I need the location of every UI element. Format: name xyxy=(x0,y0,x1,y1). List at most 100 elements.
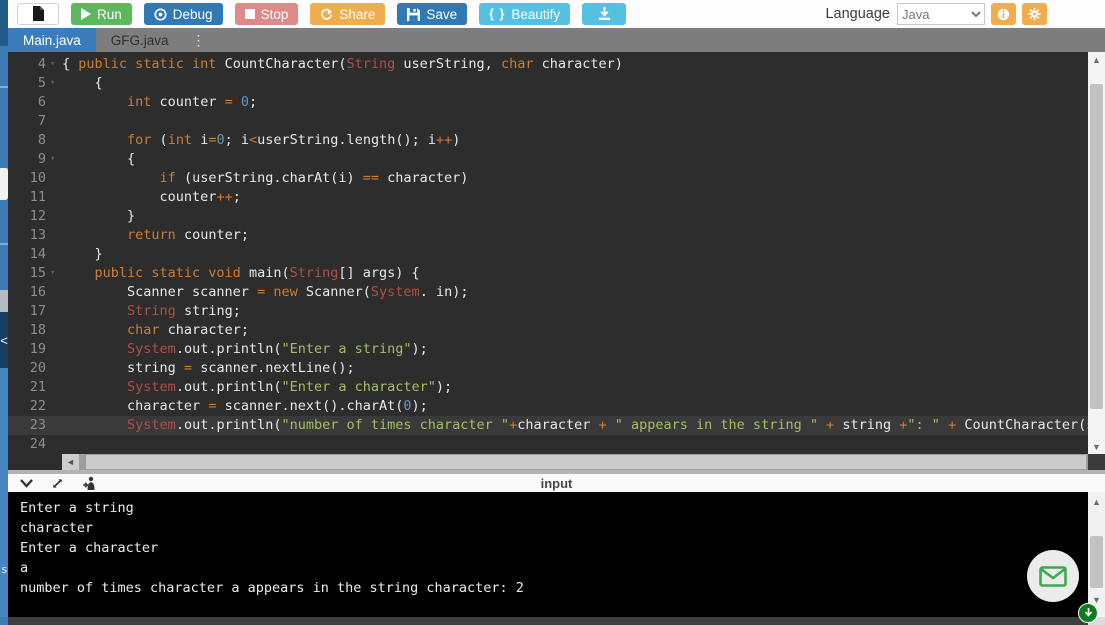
editor-vscroll-thumb[interactable] xyxy=(1090,84,1103,409)
code-text[interactable]: { xyxy=(62,150,1088,169)
scroll-left-arrow[interactable]: ◄ xyxy=(62,454,79,470)
scroll-up-arrow[interactable]: ▲ xyxy=(1088,52,1105,67)
run-button[interactable]: Run xyxy=(71,3,132,25)
scroll-down-arrow[interactable]: ▼ xyxy=(1088,439,1105,454)
line-number: 16 xyxy=(8,283,50,302)
code-line[interactable]: 22 character = scanner.next().charAt(0); xyxy=(8,397,1088,416)
code-text[interactable]: String string; xyxy=(62,302,1088,321)
line-number: 5 xyxy=(8,74,50,93)
fold-gutter xyxy=(50,207,62,226)
stop-button[interactable]: Stop xyxy=(235,3,299,25)
code-line[interactable]: 5▾ { xyxy=(8,74,1088,93)
fold-gutter xyxy=(50,283,62,302)
fold-caret-icon[interactable]: ▾ xyxy=(50,150,62,169)
language-label: Language xyxy=(825,6,890,22)
code-line[interactable]: 16 Scanner scanner = new Scanner(System.… xyxy=(8,283,1088,302)
sidebar-collapse-button[interactable]: < xyxy=(0,312,8,368)
code-line[interactable]: 15▾ public static void main(String[] arg… xyxy=(8,264,1088,283)
code-text[interactable] xyxy=(62,435,1088,454)
code-text[interactable]: { public static int CountCharacter(Strin… xyxy=(62,55,1088,74)
code-editor[interactable]: 4▾{ public static int CountCharacter(Str… xyxy=(8,52,1088,454)
fold-gutter xyxy=(50,245,62,264)
braces-icon: { } xyxy=(489,7,505,21)
code-text[interactable]: public static void main(String[] args) { xyxy=(62,264,1088,283)
sidebar-handle[interactable] xyxy=(0,168,8,200)
code-text[interactable]: character = scanner.next().charAt(0); xyxy=(62,397,1088,416)
download-button[interactable] xyxy=(582,3,626,25)
settings-button[interactable] xyxy=(1022,3,1047,25)
code-line[interactable]: 19 System.out.println("Enter a string"); xyxy=(8,340,1088,359)
code-line[interactable]: 13 return counter; xyxy=(8,226,1088,245)
code-line[interactable]: 24 xyxy=(8,435,1088,454)
sidebar-segment: s xyxy=(0,368,8,617)
new-file-button[interactable] xyxy=(17,3,59,25)
copy-output-button[interactable] xyxy=(82,476,96,490)
code-text[interactable]: return counter; xyxy=(62,226,1088,245)
collapsed-sidebar[interactable]: < s xyxy=(0,0,8,625)
code-line[interactable]: 11 counter++; xyxy=(8,188,1088,207)
console-output[interactable]: Enter a stringcharacterEnter a character… xyxy=(8,492,1088,617)
fold-caret-icon[interactable]: ▾ xyxy=(50,264,62,283)
code-line[interactable]: 12 } xyxy=(8,207,1088,226)
tab-main-java[interactable]: Main.java xyxy=(8,28,96,52)
code-line[interactable]: 14 } xyxy=(8,245,1088,264)
code-text[interactable]: int counter = 0; xyxy=(62,93,1088,112)
info-button[interactable] xyxy=(991,3,1016,25)
code-text[interactable] xyxy=(62,112,1088,131)
code-line[interactable]: 7 xyxy=(8,112,1088,131)
code-text[interactable]: System.out.println("Enter a character"); xyxy=(62,378,1088,397)
code-line[interactable]: 23 System.out.println("number of times c… xyxy=(8,416,1088,435)
share-button[interactable]: Share xyxy=(310,3,385,25)
code-text[interactable]: char character; xyxy=(62,321,1088,340)
code-line[interactable]: 9▾ { xyxy=(8,150,1088,169)
editor-horizontal-scrollbar[interactable]: ◄ xyxy=(8,454,1088,470)
code-text[interactable]: string = scanner.nextLine(); xyxy=(62,359,1088,378)
fold-gutter xyxy=(50,397,62,416)
save-icon xyxy=(407,8,420,21)
scroll-to-bottom-badge[interactable] xyxy=(1078,603,1098,623)
code-text[interactable]: Scanner scanner = new Scanner(System. in… xyxy=(62,283,1088,302)
editor-vertical-scrollbar[interactable]: ▲ ▼ xyxy=(1088,52,1105,454)
chat-button[interactable] xyxy=(1027,550,1079,602)
code-line[interactable]: 20 string = scanner.nextLine(); xyxy=(8,359,1088,378)
hscroll-track[interactable] xyxy=(79,454,1088,470)
code-text[interactable]: System.out.println("Enter a string"); xyxy=(62,340,1088,359)
download-icon xyxy=(598,7,611,21)
expand-console-button[interactable] xyxy=(51,477,64,490)
code-line[interactable]: 8 for (int i=0; i<userString.length(); i… xyxy=(8,131,1088,150)
input-bar[interactable]: input xyxy=(8,474,1105,492)
code-text[interactable]: System.out.println("number of times char… xyxy=(62,416,1088,435)
language-select[interactable]: Java xyxy=(897,3,985,25)
fold-caret-icon[interactable]: ▾ xyxy=(50,74,62,93)
tab-gfg-java[interactable]: GFG.java xyxy=(96,28,184,52)
line-number: 12 xyxy=(8,207,50,226)
tab-overflow-menu[interactable]: ⋮ xyxy=(184,28,214,52)
code-line[interactable]: 4▾{ public static int CountCharacter(Str… xyxy=(8,55,1088,74)
code-text[interactable]: if (userString.charAt(i) == character) xyxy=(62,169,1088,188)
code-text[interactable]: counter++; xyxy=(62,188,1088,207)
code-text[interactable]: { xyxy=(62,74,1088,93)
code-line[interactable]: 21 System.out.println("Enter a character… xyxy=(8,378,1088,397)
scroll-up-arrow[interactable]: ▲ xyxy=(1088,494,1105,509)
collapse-console-button[interactable] xyxy=(20,479,33,488)
console-vscroll-thumb[interactable] xyxy=(1090,536,1103,588)
fold-gutter xyxy=(50,321,62,340)
console-line: Enter a character xyxy=(20,538,1088,558)
code-line[interactable]: 17 String string; xyxy=(8,302,1088,321)
code-text[interactable]: for (int i=0; i<userString.length(); i++… xyxy=(62,131,1088,150)
line-number: 8 xyxy=(8,131,50,150)
code-line[interactable]: 6 int counter = 0; xyxy=(8,93,1088,112)
code-text[interactable]: } xyxy=(62,245,1088,264)
code-text[interactable]: } xyxy=(62,207,1088,226)
fold-gutter xyxy=(50,340,62,359)
line-number: 11 xyxy=(8,188,50,207)
beautify-button[interactable]: { } Beautify xyxy=(479,3,570,25)
save-button[interactable]: Save xyxy=(397,3,467,25)
code-line[interactable]: 10 if (userString.charAt(i) == character… xyxy=(8,169,1088,188)
input-bar-icons xyxy=(8,476,96,490)
fold-caret-icon[interactable]: ▾ xyxy=(50,55,62,74)
code-line[interactable]: 18 char character; xyxy=(8,321,1088,340)
console-vertical-scrollbar[interactable]: ▲ ▼ xyxy=(1088,492,1105,617)
editor-hscroll-thumb[interactable] xyxy=(86,455,1086,469)
debug-button[interactable]: Debug xyxy=(144,3,223,25)
